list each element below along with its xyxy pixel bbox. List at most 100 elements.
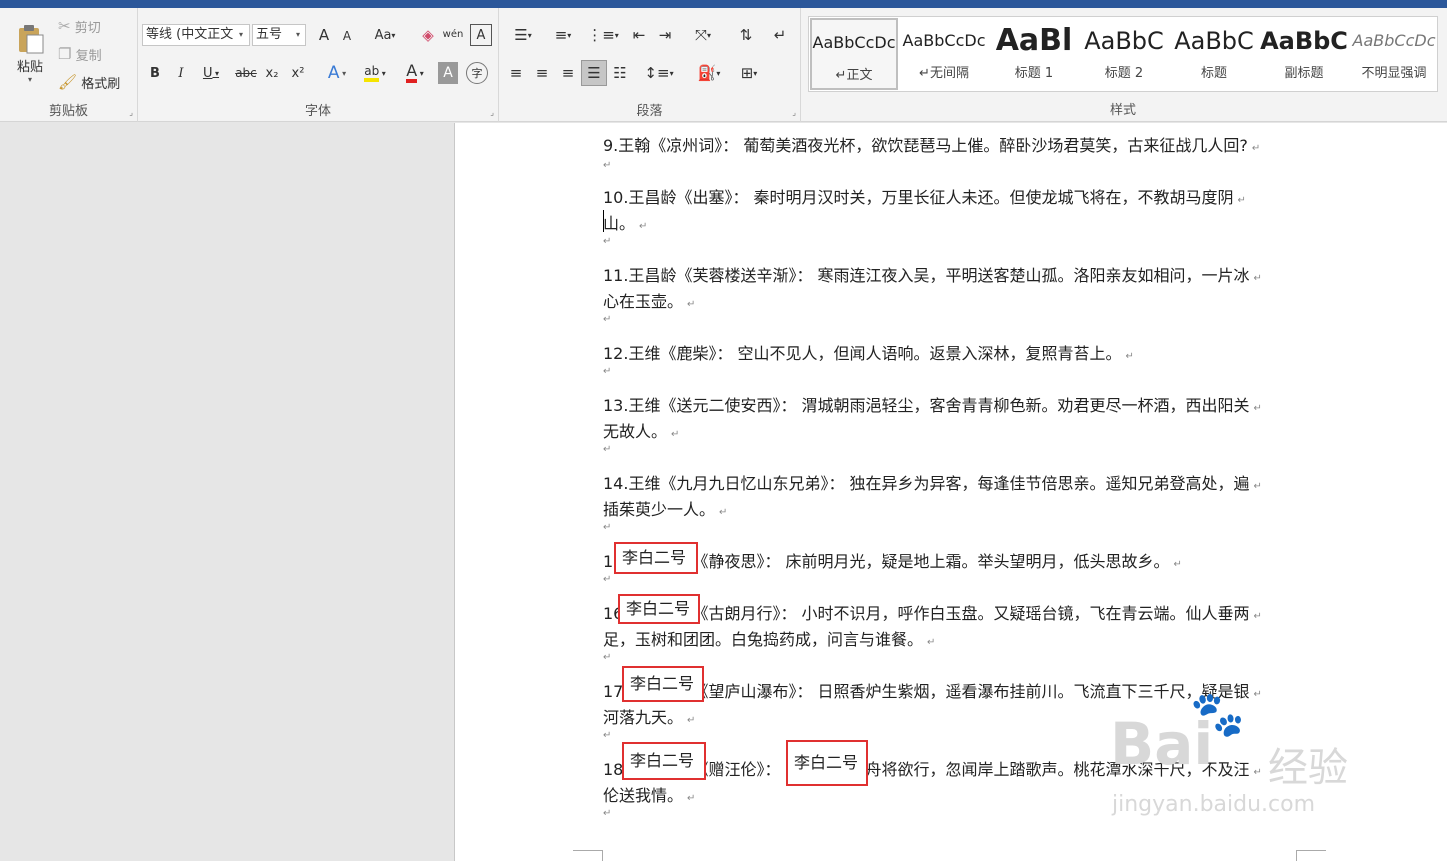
- font-launcher-icon[interactable]: ⌟: [490, 108, 494, 117]
- text-effect-button[interactable]: A ▾: [322, 62, 352, 84]
- highlight-box: 李白二号: [618, 594, 700, 624]
- align-left-button[interactable]: ≡: [505, 62, 527, 84]
- superscript-icon: x²: [291, 65, 305, 81]
- justify-button[interactable]: ☰: [581, 60, 607, 86]
- change-case-icon: Aa: [374, 27, 392, 43]
- change-case-button[interactable]: Aa ▾: [368, 24, 402, 46]
- document-line[interactable]: 11.王昌龄《芙蓉楼送辛渐》： 寒雨连江夜入吴，平明送客楚山孤。洛阳亲友如相问，…: [603, 262, 1262, 286]
- borders-icon: ⊞: [740, 64, 754, 82]
- clipboard-launcher-icon[interactable]: ⌟: [129, 108, 133, 117]
- phonetic-icon: wén: [442, 28, 464, 40]
- paste-dropdown-icon[interactable]: ▾: [28, 75, 32, 84]
- style-heading-1[interactable]: AaBl 标题 1: [990, 18, 1078, 90]
- underline-button[interactable]: U ▾: [196, 62, 226, 84]
- style-name: 副标题: [1284, 66, 1324, 81]
- document-line[interactable]: 无故人。 ↵: [603, 418, 679, 442]
- clear-format-button[interactable]: ◈: [418, 24, 438, 46]
- style-normal[interactable]: AaBbCcDc ↵正文: [810, 18, 898, 90]
- shrink-font-button[interactable]: A: [338, 26, 356, 46]
- char-shading-button[interactable]: A: [438, 62, 458, 84]
- char-border-button[interactable]: A: [470, 24, 492, 46]
- line-spacing-button[interactable]: ↕≡ ▾: [641, 62, 677, 84]
- cut-button[interactable]: ✂ 剪切: [58, 16, 101, 36]
- strikethrough-button[interactable]: abc: [232, 62, 260, 84]
- font-name-combo[interactable]: 等线 (中文正文: [142, 24, 250, 46]
- style-preview: AaBbCcDc: [812, 33, 896, 52]
- phonetic-guide-button[interactable]: wén: [442, 22, 464, 46]
- paragraph-mark-icon: ↵: [603, 808, 612, 819]
- font-color-button[interactable]: A ▾: [398, 62, 432, 84]
- paragraph-mark-icon: ↵: [1237, 195, 1246, 206]
- document-line[interactable]: 14.王维《九月九日忆山东兄弟》： 独在异乡为异客，每逢佳节倍思亲。遥知兄弟登高…: [603, 470, 1262, 494]
- increase-indent-button[interactable]: ⇥: [653, 24, 677, 46]
- decrease-indent-button[interactable]: ⇤: [627, 24, 651, 46]
- style-subtitle[interactable]: AaBbC 副标题: [1260, 18, 1348, 90]
- increase-indent-icon: ⇥: [658, 26, 672, 44]
- paragraph-mark-icon: ↵: [603, 366, 612, 377]
- watermark-url: jingyan.baidu.com: [1112, 792, 1316, 817]
- shading-button[interactable]: ⛽ ▾: [691, 62, 727, 84]
- style-preview: AaBbC: [1260, 27, 1348, 55]
- font-color-icon: A: [406, 63, 418, 83]
- paint-bucket-icon: ⛽: [697, 64, 717, 82]
- highlight-box: 李白二号: [622, 666, 704, 702]
- bullets-button[interactable]: ☰ ▾: [505, 24, 541, 46]
- document-line[interactable]: 16.李白二号《古朗月行》： 小时不识月，呼作白玉盘。又疑瑶台镜，飞在青云端。仙…: [603, 600, 1262, 624]
- style-heading-2[interactable]: AaBbC 标题 2: [1080, 18, 1168, 90]
- styles-gallery: AaBbCcDc ↵正文 AaBbCcDc ↵无间隔 AaBl 标题 1 AaBbC 标…: [808, 16, 1438, 92]
- paragraph-mark-icon: ↵: [1253, 767, 1262, 778]
- font-name-dropdown-icon[interactable]: ▾: [239, 30, 243, 39]
- superscript-button[interactable]: x²: [288, 62, 308, 84]
- document-line[interactable]: 12.王维《鹿柴》： 空山不见人，但闻人语响。返景入深林，复照青苔上。 ↵: [603, 340, 1134, 364]
- document-line[interactable]: 伦送我情。 ↵: [603, 782, 695, 806]
- multilevel-list-button[interactable]: ⋮≡ ▾: [585, 24, 621, 46]
- numbering-button[interactable]: ≡ ▾: [545, 24, 581, 46]
- enclose-char-button[interactable]: 字: [466, 62, 488, 84]
- paragraph-mark-icon: ↵: [687, 299, 696, 310]
- distributed-button[interactable]: ☷: [609, 62, 631, 84]
- document-line[interactable]: 河落九天。 ↵: [603, 704, 695, 728]
- char-border-icon: A: [476, 27, 486, 43]
- highlight-button[interactable]: ab ▾: [358, 62, 392, 84]
- paragraph-mark-icon: ↵: [603, 574, 612, 585]
- document-line[interactable]: 9.王翰《凉州词》： 葡萄美酒夜光杯，欲饮琵琶马上催。醉卧沙场君莫笑，古来征战几…: [603, 132, 1260, 156]
- document-line[interactable]: 山。 ↵: [603, 210, 647, 234]
- crop-mark-right: [1296, 850, 1326, 861]
- paragraph-mark-icon: ↵: [603, 160, 612, 171]
- paragraph-launcher-icon[interactable]: ⌟: [792, 108, 796, 117]
- copy-button[interactable]: ❐ 复制: [58, 44, 102, 64]
- paste-button[interactable]: 粘贴 ▾: [8, 14, 52, 92]
- bold-icon: B: [150, 65, 160, 81]
- font-size-dropdown-icon[interactable]: ▾: [296, 30, 300, 39]
- borders-button[interactable]: ⊞ ▾: [731, 62, 767, 84]
- char-shading-icon: A: [443, 65, 453, 81]
- format-painter-button[interactable]: 🖌 格式刷: [58, 72, 120, 92]
- style-title[interactable]: AaBbC 标题: [1170, 18, 1258, 90]
- align-right-button[interactable]: ≡: [557, 62, 579, 84]
- style-subtle-emphasis[interactable]: AaBbCcDc 不明显强调: [1350, 18, 1438, 90]
- paragraph-mark-icon: ↵: [773, 26, 787, 44]
- multilevel-list-icon: ⋮≡: [587, 26, 615, 44]
- document-line[interactable]: 插茱萸少一人。 ↵: [603, 496, 727, 520]
- paragraph-mark-icon: ↵: [639, 221, 648, 232]
- crop-mark-left: [573, 850, 603, 861]
- bold-button[interactable]: B: [146, 62, 164, 84]
- align-left-icon: ≡: [509, 64, 523, 82]
- style-preview: AaBbCcDc: [902, 31, 986, 50]
- style-no-spacing[interactable]: AaBbCcDc ↵无间隔: [900, 18, 988, 90]
- document-line[interactable]: 13.王维《送元二使安西》： 渭城朝雨浥轻尘，客舍青青柳色新。劝君更尽一杯酒，西…: [603, 392, 1262, 416]
- sort-button[interactable]: ⇅: [735, 24, 757, 46]
- subscript-button[interactable]: x₂: [262, 62, 282, 84]
- chinese-layout-button[interactable]: ⤧ ▾: [685, 24, 721, 46]
- document-line[interactable]: 足，玉树和团团。白兔捣药成，问言与谁餐。 ↵: [603, 626, 935, 650]
- grow-font-button[interactable]: A: [314, 24, 334, 46]
- paste-label: 粘贴: [16, 60, 43, 75]
- line-spacing-icon: ↕≡: [644, 64, 670, 82]
- align-center-button[interactable]: ≡: [531, 62, 553, 84]
- italic-button[interactable]: I: [172, 62, 190, 84]
- document-line[interactable]: 10.王昌龄《出塞》： 秦时明月汉时关，万里长征人未还。但使龙城飞将在，不教胡马…: [603, 184, 1246, 208]
- show-marks-button[interactable]: ↵: [769, 24, 791, 46]
- watermark-brand2: 经验: [1268, 745, 1348, 791]
- document-line[interactable]: 心在玉壶。 ↵: [603, 288, 695, 312]
- paragraph-mark-icon: ↵: [687, 793, 696, 804]
